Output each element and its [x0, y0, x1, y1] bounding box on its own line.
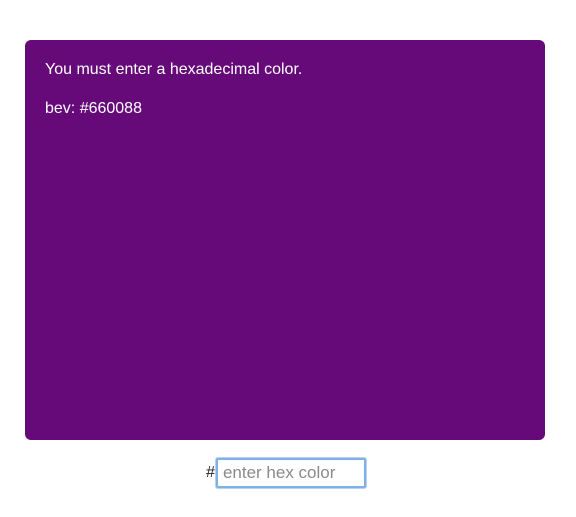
- hex-input-row: #: [0, 458, 576, 488]
- hex-color-input[interactable]: [215, 458, 366, 488]
- color-preview-panel: You must enter a hexadecimal color. bev:…: [25, 40, 545, 440]
- error-message: You must enter a hexadecimal color.: [45, 61, 303, 78]
- color-value-line: bev: #660088: [45, 100, 142, 117]
- hash-prefix: #: [206, 464, 215, 481]
